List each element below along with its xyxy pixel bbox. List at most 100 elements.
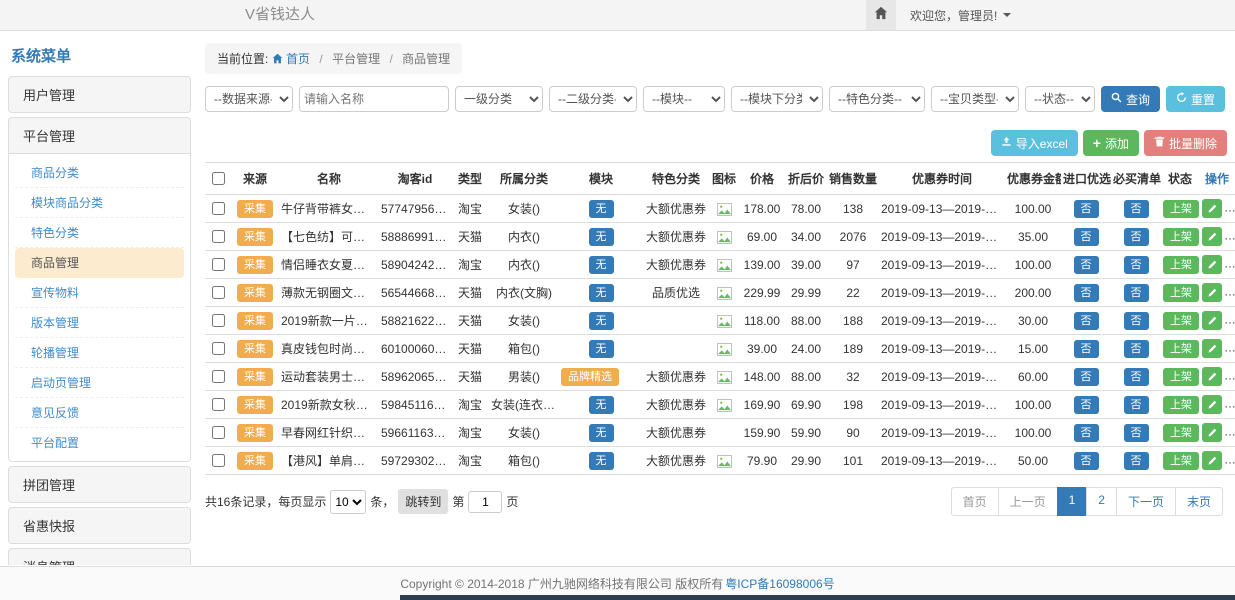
copyright-text: Copyright © 2014-2018 广州九驰网络科技有限公司 版权所有	[400, 575, 723, 592]
import-select-toggle[interactable]: 否	[1074, 340, 1099, 358]
per-page-select[interactable]: 10	[330, 490, 366, 514]
edit-button[interactable]	[1202, 227, 1222, 246]
sidebar-section-header[interactable]: 消息管理	[9, 549, 190, 565]
sidebar-section-header[interactable]: 用户管理	[9, 77, 190, 112]
status-badge[interactable]: 上架	[1163, 368, 1199, 386]
status-badge[interactable]: 上架	[1163, 424, 1199, 442]
must-buy-toggle[interactable]: 否	[1124, 256, 1149, 274]
must-buy-toggle[interactable]: 否	[1124, 284, 1149, 302]
search-button[interactable]: 查询	[1101, 86, 1160, 112]
import-select-toggle[interactable]: 否	[1074, 396, 1099, 414]
status-badge[interactable]: 上架	[1163, 340, 1199, 358]
home-button[interactable]	[866, 0, 896, 30]
status-badge[interactable]: 上架	[1163, 256, 1199, 274]
reset-button[interactable]: 重置	[1166, 86, 1225, 112]
edit-button[interactable]	[1202, 451, 1222, 470]
row-checkbox[interactable]	[212, 314, 225, 327]
must-buy-toggle[interactable]: 否	[1124, 312, 1149, 330]
sidebar-item[interactable]: 商品管理	[15, 248, 184, 278]
must-buy-toggle[interactable]: 否	[1124, 200, 1149, 218]
filter-status-select[interactable]: --状态--	[1025, 86, 1095, 112]
page-button[interactable]: 末页	[1175, 487, 1223, 516]
sidebar-section-header[interactable]: 拼团管理	[9, 467, 190, 502]
row-checkbox[interactable]	[212, 202, 225, 215]
status-badge[interactable]: 上架	[1163, 228, 1199, 246]
sidebar-item[interactable]: 启动页管理	[15, 368, 184, 398]
edit-button[interactable]	[1202, 311, 1222, 330]
sidebar-item[interactable]: 意见反馈	[15, 398, 184, 428]
page-button[interactable]: 2	[1086, 487, 1117, 516]
edit-button[interactable]	[1202, 339, 1222, 358]
page-button[interactable]: 上一页	[998, 487, 1058, 516]
edit-button[interactable]	[1202, 255, 1222, 274]
page-button[interactable]: 下一页	[1116, 487, 1176, 516]
row-checkbox[interactable]	[212, 258, 225, 271]
jump-button[interactable]: 跳转到	[398, 489, 448, 514]
page-number-input[interactable]	[468, 491, 502, 513]
filter-item-type-select[interactable]: --宝贝类型--	[931, 86, 1019, 112]
icp-link[interactable]: 粤ICP备16098006号	[725, 575, 834, 592]
import-select-toggle[interactable]: 否	[1074, 228, 1099, 246]
import-select-toggle[interactable]: 否	[1074, 312, 1099, 330]
import-select-toggle[interactable]: 否	[1074, 200, 1099, 218]
status-badge[interactable]: 上架	[1163, 312, 1199, 330]
filter-module-select[interactable]: --模块--	[643, 86, 725, 112]
user-menu[interactable]: 欢迎您，管理员!	[896, 7, 1025, 24]
must-buy-toggle[interactable]: 否	[1124, 368, 1149, 386]
sidebar-item[interactable]: 商品分类	[15, 158, 184, 188]
edit-button[interactable]	[1202, 283, 1222, 302]
module-badge: 无	[589, 256, 614, 274]
add-button[interactable]: + 添加	[1083, 130, 1139, 156]
page-button[interactable]: 首页	[951, 487, 999, 516]
row-checkbox[interactable]	[212, 230, 225, 243]
filter-name-input[interactable]	[299, 86, 449, 112]
sidebar-item[interactable]: 特色分类	[15, 218, 184, 248]
status-badge[interactable]: 上架	[1163, 396, 1199, 414]
row-checkbox[interactable]	[212, 370, 225, 383]
column-header: 所属分类	[489, 163, 559, 195]
sidebar-item[interactable]: 轮播管理	[15, 338, 184, 368]
sidebar-item[interactable]: 模块商品分类	[15, 188, 184, 218]
table-row: 采集 【七色纺】可爱纯棉家... 588869917501 天猫 内衣() 无 …	[205, 223, 1235, 251]
import-select-toggle[interactable]: 否	[1074, 452, 1099, 470]
sidebar-item[interactable]: 宣传物料	[15, 278, 184, 308]
sidebar-item[interactable]: 版本管理	[15, 308, 184, 338]
batch-delete-button[interactable]: 批量删除	[1144, 130, 1227, 156]
must-buy-toggle[interactable]: 否	[1124, 396, 1149, 414]
import-excel-button[interactable]: 导入excel	[991, 130, 1078, 156]
filter-feature-select[interactable]: --特色分类--	[829, 86, 925, 112]
must-buy-toggle[interactable]: 否	[1124, 452, 1149, 470]
sidebar-section-header[interactable]: 平台管理	[9, 118, 190, 153]
edit-button[interactable]	[1202, 367, 1222, 386]
row-checkbox[interactable]	[212, 286, 225, 299]
filter-module-sub-select[interactable]: --模块下分类--	[731, 86, 823, 112]
filter-level1-select[interactable]: 一级分类	[455, 86, 543, 112]
filter-level2-select[interactable]: --二级分类--	[549, 86, 637, 112]
must-buy-toggle[interactable]: 否	[1124, 424, 1149, 442]
row-checkbox[interactable]	[212, 342, 225, 355]
status-badge[interactable]: 上架	[1163, 284, 1199, 302]
must-buy-toggle[interactable]: 否	[1124, 340, 1149, 358]
sidebar-item[interactable]: 平台配置	[15, 428, 184, 457]
sidebar-section-header[interactable]: 省惠快报	[9, 508, 190, 543]
must-buy-toggle[interactable]: 否	[1124, 228, 1149, 246]
row-checkbox[interactable]	[212, 426, 225, 439]
row-checkbox[interactable]	[212, 398, 225, 411]
breadcrumb-home-link[interactable]: 首页	[286, 52, 310, 66]
feature-category: 大额优惠券	[643, 391, 709, 419]
edit-button[interactable]	[1202, 423, 1222, 442]
page-button[interactable]: 1	[1057, 487, 1088, 516]
edit-button[interactable]	[1202, 395, 1222, 414]
import-select-toggle[interactable]: 否	[1074, 256, 1099, 274]
filter-source-select[interactable]: --数据来源--	[205, 86, 293, 112]
import-select-toggle[interactable]: 否	[1074, 368, 1099, 386]
import-select-toggle[interactable]: 否	[1074, 284, 1099, 302]
status-badge[interactable]: 上架	[1163, 200, 1199, 218]
select-all-checkbox[interactable]	[212, 172, 225, 185]
status-badge[interactable]: 上架	[1163, 452, 1199, 470]
import-select-toggle[interactable]: 否	[1074, 424, 1099, 442]
feature-category: 大额优惠券	[643, 251, 709, 279]
product-name: 【七色纺】可爱纯棉家...	[279, 223, 379, 251]
row-checkbox[interactable]	[212, 454, 225, 467]
edit-button[interactable]	[1202, 199, 1222, 218]
